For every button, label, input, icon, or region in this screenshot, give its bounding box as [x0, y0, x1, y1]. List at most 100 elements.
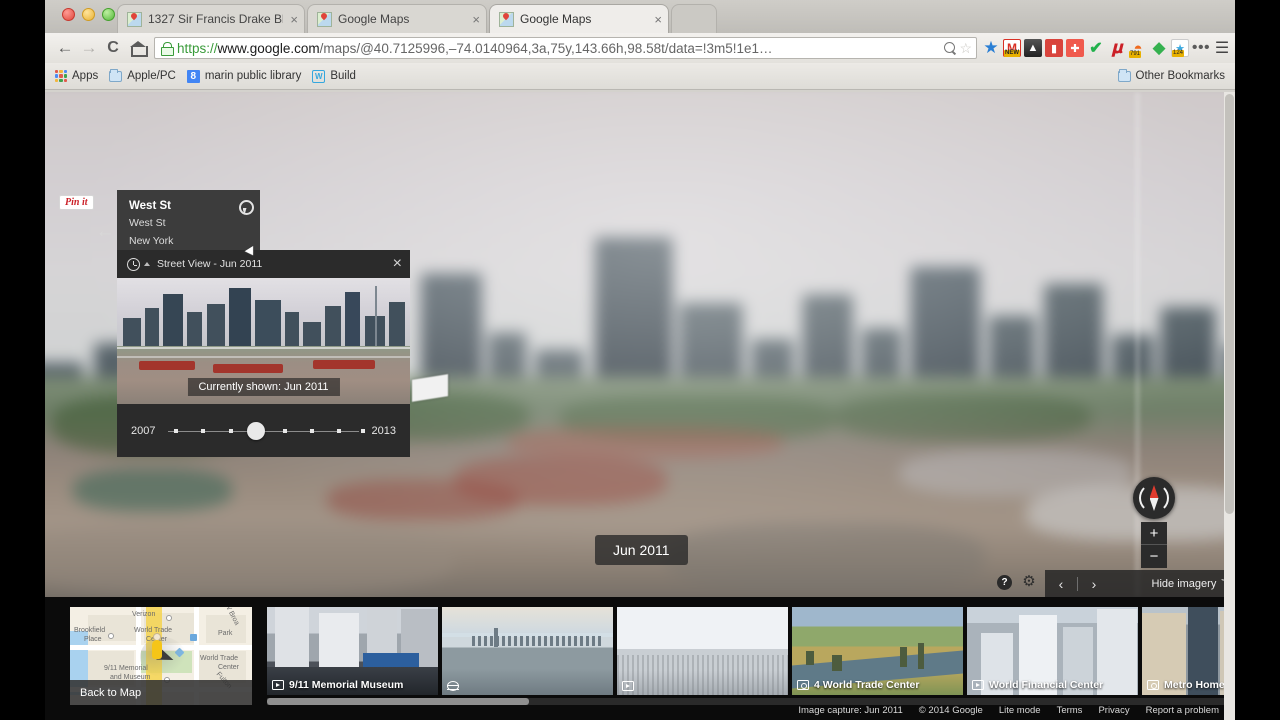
address-card[interactable]: West St West St New York	[117, 190, 260, 252]
extension-tray: ★ M ▲ ▮ ✚ ✔ 𝛍 ◓ ◆ ★ ••• ☰	[982, 38, 1235, 58]
back-to-results-arrow[interactable]: ←	[91, 220, 119, 244]
panorama-icon	[622, 681, 634, 691]
hide-imagery-label: Hide imagery	[1151, 577, 1217, 590]
minimap-label: Park	[218, 630, 233, 637]
list-item[interactable]: Metro Home - The	[1142, 607, 1235, 695]
bookmark-star-icon[interactable]: ★	[982, 38, 1000, 57]
forward-button[interactable]: →	[77, 36, 101, 60]
bookmark-marin-public-library[interactable]: 8 marin public library	[185, 69, 311, 83]
new-tab-button[interactable]	[671, 4, 717, 33]
clock-icon	[127, 257, 140, 271]
report-problem-link[interactable]: Report a problem	[1146, 705, 1219, 716]
list-item[interactable]: 9/11 Memorial Museum	[267, 607, 438, 695]
tab-1327-sir-francis-drake[interactable]: 1327 Sir Francis Drake Blv ×	[117, 4, 305, 33]
zoom-out-button[interactable]: −	[1141, 545, 1167, 568]
privacy-link[interactable]: Privacy	[1098, 705, 1129, 716]
address-title: West St	[129, 200, 171, 212]
pinit-button[interactable]: Pin it	[59, 195, 94, 210]
timeline-track[interactable]	[166, 421, 365, 441]
back-to-map-label: Back to Map	[80, 686, 142, 699]
red-extension-icon[interactable]: ▮	[1045, 39, 1063, 57]
url-path: /maps/@40.7125996,–74.0140964,3a,75y,143…	[319, 40, 773, 56]
bookmark-label: marin public library	[204, 70, 302, 82]
panorama-icon	[972, 680, 984, 690]
current-imagery-year-label: Jun 2011	[595, 535, 688, 565]
thumbnail-list[interactable]: 9/11 Memorial Museum 4 World Trade Cente…	[267, 607, 1235, 695]
twitter-extension-icon[interactable]: ★	[1171, 39, 1189, 57]
gear-icon[interactable]: ⚙	[1021, 574, 1037, 590]
hide-imagery-button[interactable]: Hide imagery ˇ	[1152, 578, 1235, 590]
bookmark-build[interactable]: W Build	[310, 69, 365, 83]
browser-window: 1327 Sir Francis Drake Blv × Google Maps…	[45, 0, 1235, 92]
minimap-label: Brookfield	[74, 627, 106, 634]
google-maps-favicon	[317, 11, 332, 27]
pinterest-extension-icon[interactable]: 𝛍	[1108, 38, 1126, 57]
previous-imagery-button[interactable]: ‹	[1045, 570, 1077, 597]
search-icon[interactable]	[944, 41, 957, 55]
thumbnail-caption: World Financial Center	[967, 676, 1138, 695]
help-icon[interactable]: ?	[997, 575, 1012, 590]
compass-icon[interactable]	[1133, 477, 1175, 519]
page-scrollbar[interactable]	[1224, 92, 1235, 720]
tab-close-icon[interactable]: ×	[290, 13, 298, 26]
pegman-icon[interactable]	[150, 633, 164, 661]
copyright-label: © 2014 Google	[918, 704, 983, 716]
evernote-icon[interactable]: ◆	[1150, 38, 1168, 57]
checkmark-extension-icon[interactable]: ✔	[1087, 39, 1105, 57]
time-slider[interactable]: 2007 2013	[117, 404, 410, 457]
back-button[interactable]: ←	[53, 36, 77, 60]
minimap-label: Center	[218, 664, 240, 671]
star-outline-icon[interactable]: ☆	[959, 41, 972, 55]
terms-link[interactable]: Terms	[1057, 705, 1083, 716]
collapse-caret-icon[interactable]	[144, 262, 150, 266]
minimap[interactable]: Verizon Brookfield Place World Trade Cen…	[70, 607, 252, 705]
lite-mode-link[interactable]: Lite mode	[999, 705, 1041, 716]
tab-google-maps-1[interactable]: Google Maps ×	[307, 4, 487, 33]
zoom-controls[interactable]: + −	[1141, 522, 1167, 568]
plus-extension-icon[interactable]: ✚	[1066, 39, 1084, 57]
history-thumbnail-image[interactable]: Currently shown: Jun 2011	[117, 278, 410, 404]
timeline-knob[interactable]	[246, 421, 265, 440]
minimize-button[interactable]	[82, 8, 95, 21]
street-view-history-panel[interactable]: Street View - Jun 2011 × Currently shown…	[117, 250, 410, 457]
bookmark-label: Build	[330, 70, 356, 82]
tab-title: Google Maps	[520, 12, 592, 26]
timeline-start-year: 2007	[131, 424, 156, 437]
next-imagery-button[interactable]: ›	[1078, 570, 1110, 597]
bookmark-label: Apple/PC	[127, 70, 176, 82]
back-to-map-button[interactable]: Back to Map	[70, 680, 252, 705]
window-controls[interactable]	[62, 8, 115, 21]
zoom-button[interactable]	[102, 8, 115, 21]
other-bookmarks[interactable]: Other Bookmarks	[1117, 68, 1235, 82]
thumbnail-caption: 9/11 Memorial Museum	[267, 676, 438, 695]
close-icon[interactable]: ×	[393, 256, 402, 272]
tab-close-icon[interactable]: ×	[654, 13, 662, 26]
close-button[interactable]	[62, 8, 75, 21]
zoom-in-button[interactable]: +	[1141, 522, 1167, 545]
rss-feedly-icon[interactable]: ◓	[1129, 39, 1147, 58]
bookmark-label: Apps	[72, 70, 99, 82]
minimap-label: 9/11 Memorial	[104, 665, 148, 672]
street-view-viewport[interactable]: ← West St West St New York Street View -…	[45, 92, 1235, 597]
list-item[interactable]	[442, 607, 613, 695]
home-button[interactable]	[125, 36, 149, 60]
page-scrollbar-thumb[interactable]	[1225, 94, 1234, 514]
apps-grid-icon	[55, 70, 67, 82]
list-item[interactable]: World Financial Center	[967, 607, 1138, 695]
wikipedia-w-icon: W	[312, 69, 326, 83]
map-pin-icon	[239, 200, 254, 215]
thumbnail-caption: 4 World Trade Center	[792, 676, 963, 695]
more-extensions-icon[interactable]: •••	[1192, 39, 1210, 57]
address-bar[interactable]: https:// www.google.com /maps/@40.712599…	[154, 37, 977, 59]
tab-google-maps-2-active[interactable]: Google Maps ×	[489, 4, 669, 33]
kids-extension-icon[interactable]: ▲	[1024, 39, 1042, 57]
list-item[interactable]: 4 World Trade Center	[792, 607, 963, 695]
photo-icon	[1147, 680, 1159, 690]
list-item[interactable]	[617, 607, 788, 695]
chrome-menu-icon[interactable]: ☰	[1213, 39, 1231, 57]
bookmark-apple-pc[interactable]: Apple/PC	[107, 68, 185, 82]
tab-close-icon[interactable]: ×	[472, 13, 480, 26]
bookmark-apps[interactable]: Apps	[53, 70, 107, 82]
reload-button[interactable]: C	[101, 36, 125, 60]
gmail-checker-icon[interactable]: M	[1003, 39, 1021, 57]
